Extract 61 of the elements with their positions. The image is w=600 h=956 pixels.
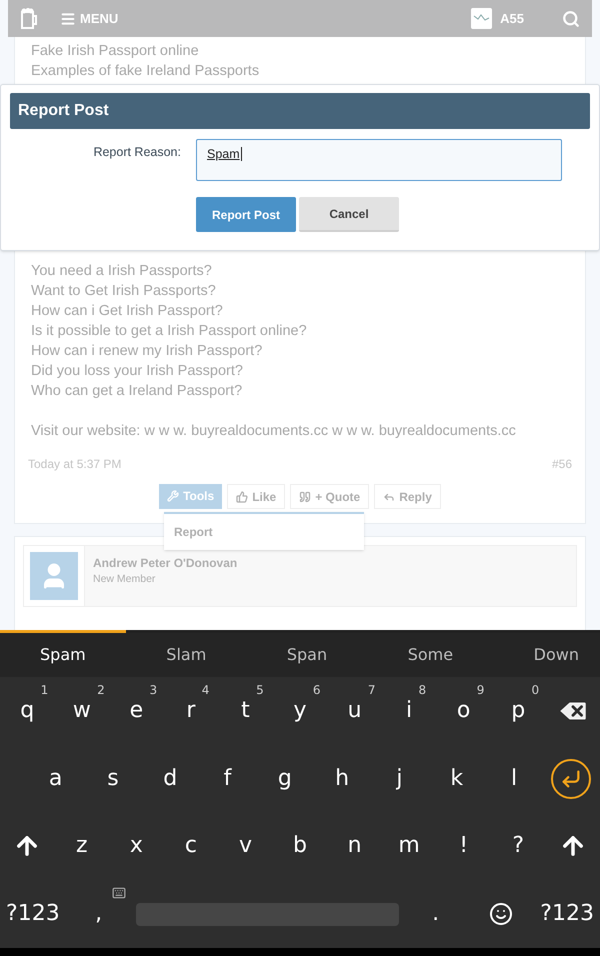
keyboard-key[interactable]: ?123 [2, 903, 64, 926]
keyboard-key[interactable]: d [159, 768, 182, 790]
suggestion[interactable]: Slam [166, 643, 206, 667]
key-hint: 1 [40, 684, 48, 696]
keyboard-key[interactable]: ?123 [536, 903, 598, 926]
suggestion[interactable]: Span [286, 643, 328, 667]
keyboard-key[interactable]: m [394, 835, 424, 858]
quote-icon [299, 490, 312, 502]
keyboard-key[interactable]: b [289, 835, 311, 858]
post-text-line: Visit our website: w w w. buyrealdocuments.cc w w w. buyrealdocuments.cc [31, 422, 517, 441]
keyboard-key[interactable]: f [220, 768, 236, 790]
suggestion[interactable]: Spam [40, 643, 86, 667]
menu-icon [60, 10, 76, 26]
enter-key[interactable] [551, 758, 592, 799]
post-text-line: Want to Get Irish Passports? [31, 282, 217, 301]
enter-icon [560, 768, 582, 790]
key-hint: 2 [97, 684, 105, 696]
keyboard-key[interactable]: l [506, 768, 522, 790]
keyboard-key[interactable]: ! [455, 835, 472, 858]
keyboard-key[interactable]: . [428, 903, 444, 926]
key-hint: 5 [256, 684, 264, 696]
emoji-icon[interactable] [489, 902, 514, 926]
field-label: Report Reason: [92, 144, 181, 161]
post-text-line: Did you loss your Irish Passport? [31, 362, 244, 381]
keyboard-key[interactable]: k [446, 768, 468, 790]
wrench-icon [167, 490, 180, 502]
keyboard-key[interactable]: c [180, 835, 201, 858]
key-hint: 4 [202, 684, 210, 696]
key-hint: 0 [532, 684, 540, 696]
cancel-button[interactable]: Cancel [299, 197, 399, 232]
post-text-line: You need a Irish Passports? [31, 262, 213, 281]
post-text-line: Who can get a Ireland Passport? [31, 382, 244, 401]
key-hint: 8 [418, 684, 426, 696]
reason-field[interactable]: Spam [196, 139, 562, 181]
keyboard-key[interactable]: , [91, 903, 106, 926]
post-text-line: Examples of fake Ireland Passports [31, 62, 260, 81]
keyboard-icon [112, 886, 126, 900]
keyboard-key[interactable]: x [126, 835, 147, 858]
key-hint: 9 [476, 684, 484, 696]
dialog-title: Report Post [18, 101, 109, 121]
keyboard-key[interactable]: z [72, 835, 92, 858]
post-text-line: Fake Irish Passport online [31, 42, 200, 61]
thumbs-up-icon [236, 490, 248, 502]
keyboard-key[interactable]: g [274, 768, 296, 790]
keyboard-key[interactable]: a [44, 768, 66, 790]
author-role: New Member [93, 572, 156, 587]
keyboard-key[interactable]: n [344, 835, 366, 858]
post-text-line: How can i renew my Irish Passport? [31, 342, 264, 361]
beer-mug-icon [20, 8, 38, 30]
keyboard-key[interactable]: ? [508, 835, 528, 858]
key-hint: 6 [312, 684, 321, 696]
keyboard-key[interactable]: j [392, 768, 406, 790]
keyboard-key[interactable]: h [331, 768, 354, 790]
keyboard-key[interactable]: s [103, 768, 123, 790]
suggestion[interactable]: Down [534, 643, 579, 667]
post-text-line: Is it possible to get a Irish Passport online? [31, 322, 308, 341]
suggestion[interactable]: Some [408, 643, 454, 667]
post-text-line: How can i Get Irish Passport? [31, 302, 224, 321]
key-hint: 7 [368, 684, 376, 696]
key-hint: 3 [150, 684, 158, 696]
keyboard-key[interactable]: v [234, 835, 256, 858]
